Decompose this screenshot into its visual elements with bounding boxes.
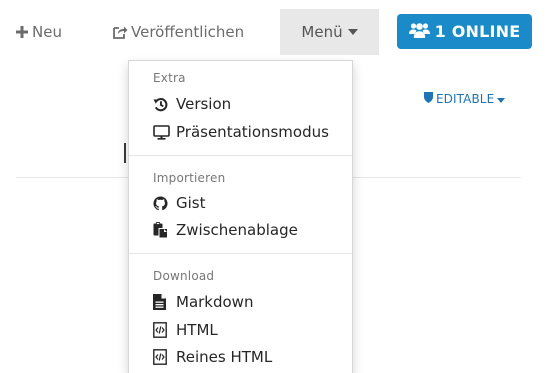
github-icon bbox=[153, 195, 171, 211]
new-note-label: Neu bbox=[32, 23, 62, 41]
html5-file-icon bbox=[153, 349, 171, 365]
monitor-icon bbox=[153, 124, 171, 140]
menu-item-label: Zwischenablage bbox=[176, 221, 298, 239]
menu-item-label: Markdown bbox=[176, 293, 254, 311]
plus-icon bbox=[16, 26, 28, 38]
menu-item-clipboard[interactable]: Zwischenablage bbox=[153, 219, 298, 241]
history-icon bbox=[153, 97, 171, 112]
publish-label: Veröffentlichen bbox=[131, 23, 245, 41]
menu-item-label: Präsentationsmodus bbox=[176, 123, 329, 141]
menu-label: Menü bbox=[301, 23, 343, 41]
menu-dropdown: Extra Version Präsentationsmodus Importi… bbox=[128, 60, 353, 373]
menu-item-label: HTML bbox=[176, 321, 218, 339]
menu-section-header-extra: Extra bbox=[153, 71, 186, 85]
online-count-label: 1 ONLINE bbox=[434, 22, 521, 41]
menu-divider bbox=[129, 253, 352, 254]
menu-item-html[interactable]: HTML bbox=[153, 319, 218, 341]
menu-section-header-download: Download bbox=[153, 269, 215, 283]
menu-item-label: Gist bbox=[176, 194, 206, 212]
menu-item-label: Version bbox=[176, 95, 232, 113]
menu-item-label: Reines HTML bbox=[176, 348, 273, 366]
caret-down-icon bbox=[347, 29, 358, 35]
shield-icon bbox=[424, 92, 433, 106]
publish-button[interactable]: Veröffentlichen bbox=[112, 9, 244, 55]
menu-item-gist[interactable]: Gist bbox=[153, 192, 206, 214]
paste-icon bbox=[153, 222, 171, 238]
menu-item-raw-html[interactable]: Reines HTML bbox=[153, 346, 272, 368]
permission-dropdown[interactable]: EDITABLE bbox=[424, 92, 506, 106]
menu-section-header-import: Importieren bbox=[153, 171, 226, 185]
top-navbar: Neu Veröffentlichen Menü 1 ONLINE bbox=[0, 0, 546, 64]
permission-label: EDITABLE bbox=[436, 92, 495, 106]
caret-down-icon bbox=[497, 92, 506, 106]
users-icon bbox=[408, 22, 430, 42]
html5-file-icon bbox=[153, 322, 171, 338]
menu-dropdown-toggle[interactable]: Menü bbox=[280, 9, 379, 55]
menu-item-markdown[interactable]: Markdown bbox=[153, 291, 253, 313]
menu-divider bbox=[129, 155, 352, 156]
text-cursor bbox=[124, 143, 126, 163]
share-icon bbox=[112, 25, 128, 39]
online-users-button[interactable]: 1 ONLINE bbox=[397, 14, 532, 49]
new-note-button[interactable]: Neu bbox=[16, 9, 62, 55]
menu-item-version[interactable]: Version bbox=[153, 93, 231, 115]
file-text-icon bbox=[153, 294, 171, 310]
menu-item-presentation-mode[interactable]: Präsentationsmodus bbox=[153, 121, 329, 143]
